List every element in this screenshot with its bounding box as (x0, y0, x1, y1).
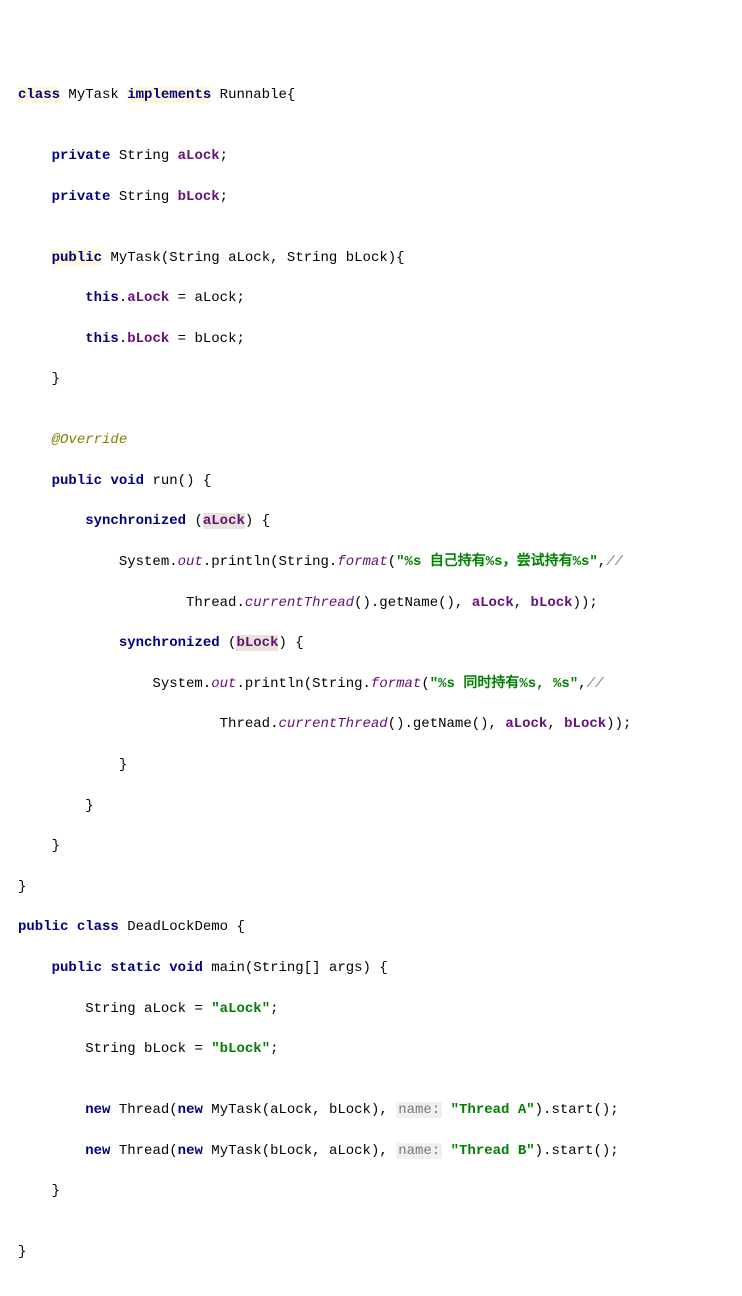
code-line: } (18, 796, 742, 816)
code-line: public static void main(String[] args) { (18, 958, 742, 978)
keyword-implements: implements (127, 87, 211, 103)
code-line: private String bLock; (18, 187, 742, 207)
code-line: System.out.println(String.format("%s 同时持… (18, 674, 742, 694)
code-editor[interactable]: class MyTask implements Runnable{ privat… (18, 85, 742, 1262)
keyword-class: class (18, 87, 60, 103)
code-line: } (18, 1242, 742, 1262)
code-line: new Thread(new MyTask(bLock, aLock), nam… (18, 1141, 742, 1161)
code-line: class MyTask implements Runnable{ (18, 85, 742, 105)
code-line: public void run() { (18, 471, 742, 491)
code-line: String bLock = "bLock"; (18, 1039, 742, 1059)
param-hint: name: (396, 1143, 442, 1159)
code-line: @Override (18, 430, 742, 450)
annotation-override: @Override (52, 432, 128, 448)
code-line: } (18, 877, 742, 897)
code-line: this.aLock = aLock; (18, 288, 742, 308)
code-line: public class DeadLockDemo { (18, 917, 742, 937)
code-line: private String aLock; (18, 146, 742, 166)
code-line: } (18, 836, 742, 856)
code-line: new Thread(new MyTask(aLock, bLock), nam… (18, 1100, 742, 1120)
code-line: this.bLock = bLock; (18, 329, 742, 349)
code-line: String aLock = "aLock"; (18, 999, 742, 1019)
code-line: Thread.currentThread().getName(), aLock,… (18, 593, 742, 613)
code-line: synchronized (aLock) { (18, 511, 742, 531)
keyword-public: public (52, 250, 102, 266)
code-line: } (18, 755, 742, 775)
code-line: public MyTask(String aLock, String bLock… (18, 248, 742, 268)
code-line: System.out.println(String.format("%s 自己持… (18, 552, 742, 572)
code-line: } (18, 1181, 742, 1201)
param-hint: name: (396, 1102, 442, 1118)
code-line: Thread.currentThread().getName(), aLock,… (18, 714, 742, 734)
code-line: synchronized (bLock) { (18, 633, 742, 653)
code-line: } (18, 369, 742, 389)
